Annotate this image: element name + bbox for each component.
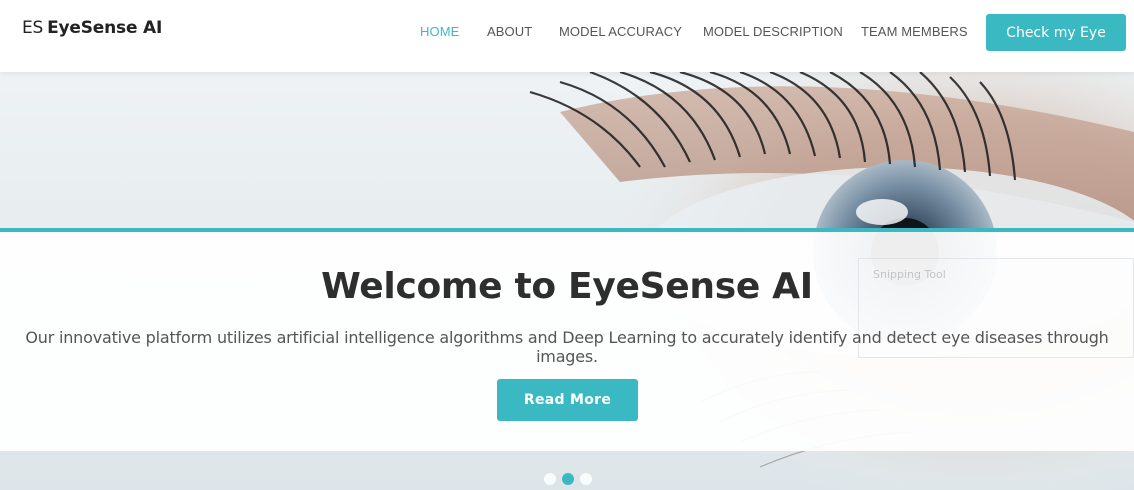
slider-dot-1[interactable]	[544, 473, 556, 485]
nav-home[interactable]: HOME	[420, 24, 459, 39]
hero-slider: Snipping Tool Welcome to EyeSense AI Our…	[0, 72, 1134, 490]
hero-content-panel: Snipping Tool Welcome to EyeSense AI Our…	[0, 228, 1134, 451]
main-nav: HOME ABOUT MODEL ACCURACY MODEL DESCRIPT…	[0, 24, 1134, 42]
hero-title: Welcome to EyeSense AI	[321, 266, 813, 307]
nav-team-members[interactable]: TEAM MEMBERS	[861, 24, 968, 39]
slider-dots	[0, 472, 1134, 486]
hero-description: Our innovative platform utilizes artific…	[25, 328, 1109, 366]
nav-about[interactable]: ABOUT	[487, 24, 532, 39]
nav-model-accuracy[interactable]: MODEL ACCURACY	[559, 24, 682, 39]
slider-dot-2[interactable]	[562, 473, 574, 485]
nav-model-description[interactable]: MODEL DESCRIPTION	[703, 24, 843, 39]
check-my-eye-button[interactable]: Check my Eye	[986, 14, 1126, 51]
read-more-button[interactable]: Read More	[497, 379, 638, 421]
slider-dot-3[interactable]	[580, 473, 592, 485]
site-header: ES EyeSense AI HOME ABOUT MODEL ACCURACY …	[0, 0, 1134, 72]
